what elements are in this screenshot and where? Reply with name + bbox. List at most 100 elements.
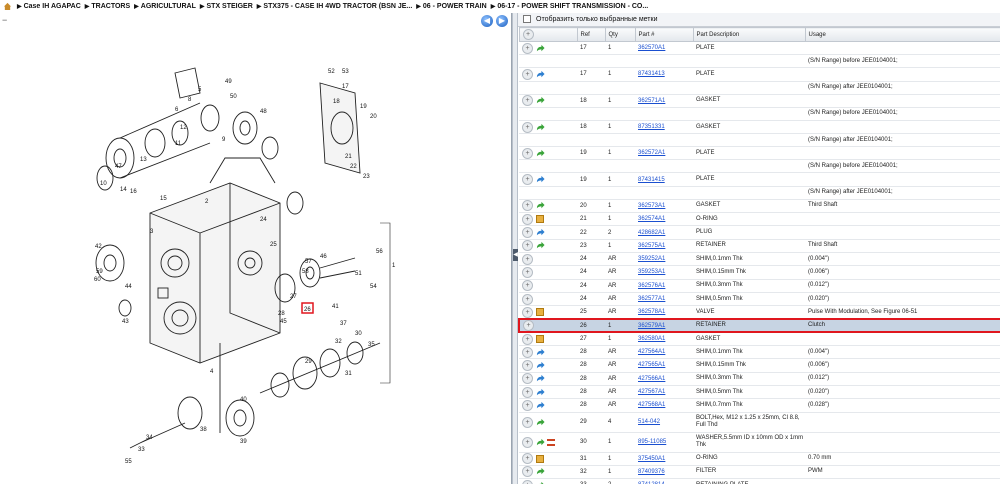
cell-part-number[interactable]: 87431415 xyxy=(635,172,693,187)
part-number-link[interactable]: 362576A1 xyxy=(638,283,665,289)
add-to-cart-icon[interactable]: + xyxy=(522,479,533,484)
table-row[interactable]: +17 1 362570A1 PLATE xyxy=(519,41,1000,56)
cell-part-number[interactable]: 362577A1 xyxy=(635,292,693,307)
part-number-link[interactable]: 362578A1 xyxy=(638,309,665,315)
cell-part-number[interactable]: 362580A1 xyxy=(635,332,693,347)
part-number-link[interactable]: 427568A1 xyxy=(638,402,665,408)
header-description[interactable]: Part Description xyxy=(692,27,806,42)
part-number-link[interactable]: 359253A1 xyxy=(638,269,665,275)
header-usage[interactable]: Usage xyxy=(804,27,1000,42)
add-to-cart-icon[interactable]: + xyxy=(522,174,533,186)
add-to-cart-icon[interactable]: + xyxy=(522,466,533,478)
cell-part-number[interactable]: 427566A1 xyxy=(635,372,693,386)
add-to-cart-icon[interactable]: + xyxy=(522,436,533,448)
blue-arrow-icon[interactable] xyxy=(536,228,545,237)
cell-part-number[interactable]: 87431413 xyxy=(635,67,693,82)
table-row[interactable]: +22 2 428682A1 PLUG xyxy=(519,225,1000,240)
part-number-link[interactable]: 87431415 xyxy=(638,177,665,183)
part-number-link[interactable]: 359252A1 xyxy=(638,256,665,262)
table-row[interactable]: +19 1 87431415 PLATE xyxy=(519,172,1000,187)
table-row[interactable]: +28 AR 427567A1 SHIM,0.5mm Thk (0.020") xyxy=(519,385,1000,400)
green-arrow-icon[interactable] xyxy=(536,96,545,105)
blue-arrow-icon[interactable] xyxy=(536,374,545,383)
table-row[interactable]: +26 1 362579A1 RETAINER Clutch xyxy=(518,317,1000,334)
green-arrow-icon[interactable] xyxy=(536,123,545,132)
add-to-cart-icon[interactable]: + xyxy=(522,453,533,465)
package-icon[interactable] xyxy=(536,454,544,463)
part-number-link[interactable]: 362572A1 xyxy=(638,150,665,156)
header-ref[interactable]: Ref xyxy=(576,27,606,42)
cell-part-number[interactable]: 427568A1 xyxy=(635,398,693,413)
table-row[interactable]: +28 AR 427568A1 SHIM,0.7mm Thk (0.028") xyxy=(519,398,1000,413)
cell-part-number[interactable]: 362574A1 xyxy=(635,212,693,227)
add-to-cart-icon[interactable]: + xyxy=(522,359,533,371)
breadcrumb-item[interactable]: 06 - POWER TRAIN xyxy=(423,3,487,10)
cell-part-number[interactable]: 362575A1 xyxy=(635,239,693,253)
green-arrow-icon[interactable] xyxy=(536,418,545,427)
cell-part-number[interactable]: 362579A1 xyxy=(635,317,693,334)
blue-arrow-icon[interactable] xyxy=(536,348,545,357)
table-row[interactable]: +17 1 87431413 PLATE xyxy=(519,67,1000,82)
add-to-cart-icon[interactable]: + xyxy=(522,293,533,305)
part-number-link[interactable]: 362575A1 xyxy=(638,243,665,249)
table-row[interactable]: +33287412814RETAINING PLATE xyxy=(519,478,1000,484)
cell-part-number[interactable]: 87412814 xyxy=(635,478,693,484)
add-to-cart-icon[interactable]: + xyxy=(522,399,533,411)
table-row[interactable]: +25 AR 362578A1 VALVE Pulse With Modulation,… xyxy=(519,305,1000,320)
cell-part-number[interactable]: 87351331 xyxy=(635,120,693,135)
package-icon[interactable] xyxy=(536,215,544,224)
table-row[interactable]: +28 AR 427565A1 SHIM,0.15mm Thk (0.006") xyxy=(519,358,1000,373)
green-arrow-icon[interactable] xyxy=(536,149,545,158)
add-to-cart-icon[interactable]: + xyxy=(522,95,533,107)
add-to-cart-icon[interactable]: + xyxy=(522,147,533,159)
cell-part-number[interactable]: 362576A1 xyxy=(635,279,693,293)
header-part-number[interactable]: Part # xyxy=(634,27,694,42)
list-icon[interactable] xyxy=(547,438,555,446)
part-number-link[interactable]: 362573A1 xyxy=(638,203,665,209)
green-arrow-icon[interactable] xyxy=(536,201,545,210)
add-to-cart-icon[interactable]: + xyxy=(522,68,533,80)
cell-part-number[interactable]: 428682A1 xyxy=(635,225,693,240)
part-number-link[interactable]: 514-042 xyxy=(638,419,660,425)
blue-arrow-icon[interactable] xyxy=(536,401,545,410)
header-qty[interactable]: Qty xyxy=(604,27,636,42)
breadcrumb-item[interactable]: 06-17 - POWER SHIFT TRANSMISSION - CO... xyxy=(497,3,648,10)
home-icon[interactable] xyxy=(3,2,12,11)
part-number-link[interactable]: 427565A1 xyxy=(638,362,665,368)
green-arrow-icon[interactable] xyxy=(536,467,545,476)
table-row[interactable]: +20 1 362573A1 GASKET Third Shaft xyxy=(519,199,1000,214)
cell-part-number[interactable]: 362571A1 xyxy=(635,94,693,108)
table-row[interactable]: +32 1 87409376 FILTER PWM xyxy=(519,465,1000,480)
add-to-cart-icon[interactable]: + xyxy=(522,253,533,265)
table-row[interactable]: +30 1 895-11085 WASHER,5.5mm ID x 10mm OD x… xyxy=(519,432,1000,453)
expand-all-icon[interactable]: + xyxy=(522,29,534,40)
add-to-cart-icon[interactable]: + xyxy=(522,200,533,212)
breadcrumb-item[interactable]: AGRICULTURAL xyxy=(141,3,196,10)
part-number-link[interactable]: 87351331 xyxy=(638,124,665,130)
part-number-link[interactable]: 362570A1 xyxy=(638,45,665,51)
part-number-link[interactable]: 362571A1 xyxy=(638,98,665,104)
add-to-cart-icon[interactable]: + xyxy=(522,227,533,239)
blue-arrow-icon[interactable] xyxy=(536,175,545,184)
cell-part-number[interactable]: 427565A1 xyxy=(635,358,693,373)
add-to-cart-icon[interactable]: + xyxy=(522,386,533,398)
table-row[interactable]: +24 AR 362576A1 SHIM,0.3mm Thk (0.012") xyxy=(519,279,1000,293)
breadcrumb-item[interactable]: STX375 - CASE IH 4WD TRACTOR (BSN JE... xyxy=(263,3,412,10)
table-row[interactable]: +31 1 375450A1 O-RING 0.70 mm xyxy=(519,452,1000,466)
add-to-cart-icon[interactable]: + xyxy=(522,373,533,385)
table-row[interactable]: +18 1 87351331 GASKET xyxy=(519,120,1000,135)
blue-arrow-icon[interactable] xyxy=(536,70,545,79)
part-number-link[interactable]: 427564A1 xyxy=(638,349,665,355)
cell-part-number[interactable]: 359252A1 xyxy=(635,252,693,267)
table-row[interactable]: +18 1 362571A1 GASKET xyxy=(519,94,1000,108)
add-to-cart-icon[interactable]: + xyxy=(522,213,533,225)
add-to-cart-icon[interactable]: + xyxy=(522,280,533,292)
cell-part-number[interactable]: 362573A1 xyxy=(635,199,693,214)
table-row[interactable]: +21 1 362574A1 O-RING xyxy=(519,212,1000,227)
table-row[interactable]: +28 AR 427566A1 SHIM,0.3mm Thk (0.012") xyxy=(519,372,1000,386)
cell-part-number[interactable]: 359253A1 xyxy=(635,265,693,280)
cell-part-number[interactable]: 427567A1 xyxy=(635,385,693,400)
table-row[interactable]: +19 1 362572A1 PLATE xyxy=(519,146,1000,161)
part-number-link[interactable]: 427566A1 xyxy=(638,376,665,382)
table-row[interactable]: +24 AR 359253A1 SHIM,0.15mm Thk (0.006") xyxy=(519,265,1000,280)
